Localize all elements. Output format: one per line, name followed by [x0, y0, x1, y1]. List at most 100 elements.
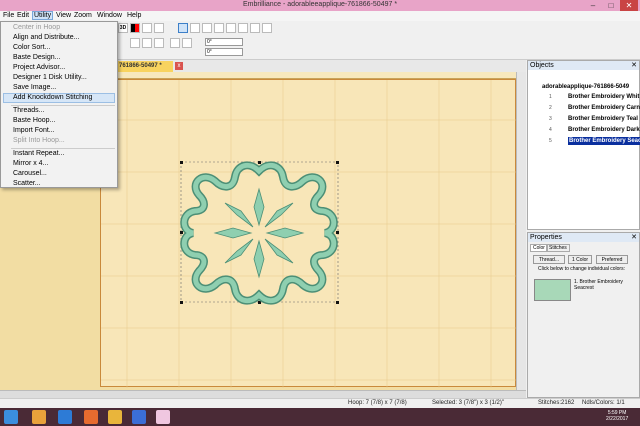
menu-edit[interactable]: Edit	[17, 12, 29, 19]
snap-icon[interactable]	[154, 23, 164, 33]
pen-icon[interactable]	[238, 23, 248, 33]
menu-window[interactable]: Window	[97, 12, 122, 19]
needles-colors: Ndls/Colors: 1/1	[582, 400, 625, 406]
taskbar: 5:59 PM 2/22/2017	[0, 408, 640, 426]
menu-item-align-distribute[interactable]: Align and Distribute...	[13, 34, 80, 41]
selection-handles	[180, 161, 339, 304]
menu-separator	[11, 148, 115, 149]
object-num: 4	[549, 127, 552, 133]
scissors-icon[interactable]	[182, 38, 192, 48]
trace-icon[interactable]	[262, 23, 272, 33]
tab-stitches[interactable]: Stitches	[546, 244, 570, 252]
menu-item-add-knockdown[interactable]: Add Knockdown Stitching	[13, 94, 92, 101]
hoop-area[interactable]	[100, 79, 517, 388]
object-row[interactable]: Brother Embroidery Dark	[568, 126, 640, 134]
one-color-button[interactable]: 1 Color	[568, 255, 592, 264]
chrome-icon[interactable]	[32, 410, 46, 424]
menu-item-import-font[interactable]: Import Font...	[13, 127, 55, 134]
3d-view-button[interactable]: 3D	[118, 23, 128, 33]
menu-item-split-into-hoop[interactable]: Split Into Hoop...	[13, 137, 65, 144]
objects-root-item[interactable]: adorableapplique-761866-5049	[542, 83, 629, 91]
menu-file[interactable]: File	[3, 12, 14, 19]
properties-panel: Properties ✕ Color Stitches Thread... 1 …	[527, 232, 640, 398]
object-row[interactable]: Brother Embroidery Whit	[568, 93, 639, 101]
menu-item-save-image[interactable]: Save Image...	[13, 84, 56, 91]
menu-item-carousel[interactable]: Carousel...	[13, 170, 47, 177]
person-icon[interactable]	[170, 38, 180, 48]
explorer-icon[interactable]	[108, 410, 122, 424]
hoop-size: Hoop: 7 (7/8) x 7 (7/8)	[348, 400, 407, 406]
windows-start-icon[interactable]	[4, 410, 18, 424]
color-hint: Click below to change individual colors:	[538, 266, 625, 272]
title-bar: Embrilliance - adorableeapplique-761866-…	[0, 0, 640, 11]
top-ruler	[100, 72, 516, 79]
menu-help[interactable]: Help	[127, 12, 141, 19]
rotate-icon[interactable]	[154, 38, 164, 48]
object-row[interactable]: Brother Embroidery Teal	[568, 115, 638, 123]
menu-view[interactable]: View	[56, 12, 71, 19]
objects-close-icon[interactable]: ✕	[631, 61, 637, 70]
selection-size: Selected: 3 (7/8") x 3 (1/2)"	[432, 400, 504, 406]
menu-item-project-advisor[interactable]: Project Advisor...	[13, 64, 65, 71]
stitch-count: Stitches:2162	[538, 400, 575, 406]
embrilliance-icon[interactable]	[156, 410, 170, 424]
vertical-scrollbar[interactable]	[516, 72, 526, 390]
menu-bar: File Edit Utility View Zoom Window Help	[0, 11, 640, 21]
menu-item-scatter[interactable]: Scatter...	[13, 180, 41, 187]
needle-icon[interactable]	[214, 23, 224, 33]
preferred-button[interactable]: Preferred	[596, 255, 628, 264]
firefox-icon[interactable]	[84, 410, 98, 424]
window-title: Embrilliance - adorableeapplique-761866-…	[242, 1, 398, 8]
menu-separator	[11, 105, 115, 106]
horizontal-scrollbar[interactable]	[0, 390, 526, 398]
zoom-icon[interactable]	[202, 23, 212, 33]
properties-panel-header: Properties ✕	[528, 233, 639, 242]
menu-item-designer1-utility[interactable]: Designer 1 Disk Utility...	[13, 74, 87, 81]
applique-flower	[180, 161, 338, 305]
status-bar: Hoop: 7 (7/8) x 7 (7/8) Selected: 3 (7/8…	[0, 398, 640, 408]
object-row[interactable]: Brother Embroidery Carn	[568, 104, 640, 112]
stitch-icon[interactable]	[226, 23, 236, 33]
clock: 5:59 PM 2/22/2017	[606, 410, 628, 422]
objects-title: Objects	[530, 62, 554, 69]
menu-zoom[interactable]: Zoom	[74, 12, 92, 19]
maximize-button[interactable]: □	[602, 0, 620, 11]
date: 2/22/2017	[606, 416, 629, 422]
object-num: 1	[549, 94, 552, 100]
menu-item-mirror-x4[interactable]: Mirror x 4...	[13, 160, 48, 167]
grid-icon[interactable]	[142, 23, 152, 33]
menu-item-baste-design[interactable]: Baste Design...	[13, 54, 60, 61]
align-icon[interactable]	[130, 38, 140, 48]
menu-item-instant-repeat[interactable]: Instant Repeat...	[13, 150, 64, 157]
hand-icon[interactable]	[190, 23, 200, 33]
selection-box	[180, 161, 339, 303]
menu-utility[interactable]: Utility	[32, 11, 54, 20]
minimize-button[interactable]: –	[584, 0, 602, 11]
app-icon[interactable]	[132, 410, 146, 424]
object-num: 5	[549, 138, 552, 144]
properties-close-icon[interactable]: ✕	[631, 233, 637, 242]
object-row-selected[interactable]: Brother Embroidery Seac	[568, 137, 640, 145]
objects-toolbar	[530, 72, 600, 81]
text-icon[interactable]	[250, 23, 260, 33]
ie-icon[interactable]	[58, 410, 72, 424]
menu-item-center-in-hoop[interactable]: Center in Hoop	[13, 24, 60, 31]
select-icon[interactable]	[178, 23, 188, 33]
document-tab-close-button[interactable]: x	[175, 62, 183, 70]
objects-panel-header: Objects ✕	[528, 61, 639, 70]
angle-input-2[interactable]: 0°	[205, 48, 243, 56]
color-swatch[interactable]	[534, 279, 571, 301]
swatch-label: 1. Brother Embroidery Seacrest	[574, 279, 623, 291]
menu-item-baste-hoop[interactable]: Baste Hoop...	[13, 117, 55, 124]
close-button[interactable]: ✕	[620, 0, 638, 11]
size-icon[interactable]	[142, 38, 152, 48]
utility-menu-dropdown: Center in Hoop Align and Distribute... C…	[0, 21, 118, 188]
object-num: 3	[549, 116, 552, 122]
properties-title: Properties	[530, 234, 562, 241]
thread-button[interactable]: Thread...	[533, 255, 565, 264]
menu-item-threads[interactable]: Threads...	[13, 107, 45, 114]
menu-item-color-sort[interactable]: Color Sort...	[13, 44, 50, 51]
angle-input-1[interactable]: 0°	[205, 38, 243, 46]
color-button[interactable]	[130, 23, 140, 33]
design-canvas[interactable]	[101, 80, 517, 388]
